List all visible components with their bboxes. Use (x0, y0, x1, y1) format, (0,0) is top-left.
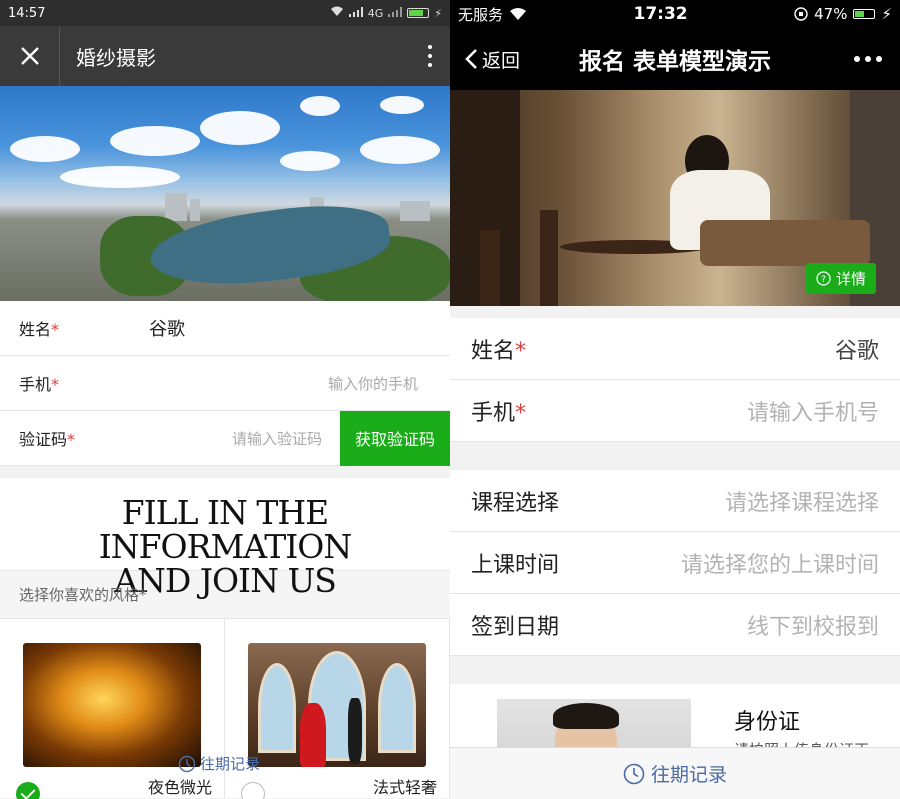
question-icon: ? (816, 271, 831, 286)
night-light-photo (23, 643, 201, 767)
course-select[interactable]: 请选择课程选择 (725, 485, 879, 517)
city-banner-image (0, 86, 450, 301)
chevron-left-icon (465, 49, 477, 69)
checked-icon[interactable] (16, 782, 40, 799)
status-bar: 无服务 17:32 47% ⚡ (450, 0, 900, 28)
history-link[interactable]: 往期记录 (178, 753, 260, 774)
charging-icon: ⚡ (434, 6, 442, 20)
phone-label: 手机* (19, 375, 60, 394)
phone-input[interactable]: 请输入手机号 (747, 395, 879, 427)
get-code-button[interactable]: 获取验证码 (340, 410, 450, 466)
phone-input[interactable]: 输入你的手机 (149, 373, 450, 394)
class-time-select[interactable]: 请选择您的上课时间 (681, 547, 879, 579)
history-footer-button[interactable]: 往期记录 (450, 747, 900, 799)
french-luxury-photo (248, 643, 426, 767)
checkin-date-row[interactable]: 签到日期 线下到校报到 (450, 594, 900, 656)
status-right: 47% ⚡ (794, 5, 892, 23)
close-button[interactable] (0, 26, 60, 86)
more-menu-button[interactable] (410, 45, 450, 67)
nav-bar: 返回 报名 表单模型演示 (450, 28, 900, 90)
form-group-basic: 姓名* 谷歌 手机* 请输入手机号 (450, 318, 900, 442)
code-row: 验证码* 请输入验证码 获取验证码 (0, 410, 450, 466)
cafe-banner-image: ? 详情 (450, 90, 900, 306)
join-us-banner: FILL IN THE INFORMATION AND JOIN US (0, 478, 450, 598)
network-type: 4G (367, 6, 384, 20)
svg-text:?: ? (821, 275, 826, 285)
name-row[interactable]: 姓名* 谷歌 (450, 318, 900, 380)
battery-icon (407, 8, 430, 18)
status-bar: 14:57 4G ⚡ (0, 0, 450, 26)
course-label: 课程选择 (471, 490, 560, 516)
name-label: 姓名* (471, 338, 527, 364)
banner-line-1: FILL IN THE INFORMATION (98, 493, 353, 566)
registration-form: 姓名* 谷歌 手机* 输入你的手机 验证码* 请输入验证码 获取验证码 (0, 301, 450, 466)
wifi-icon (510, 7, 527, 20)
class-time-label: 上课时间 (471, 552, 560, 578)
right-phone-screen: 无服务 17:32 47% ⚡ 返回 报名 表单模型演示 ? 详情 姓名* 谷歌… (450, 0, 900, 799)
status-time: 17:32 (633, 4, 688, 24)
id-card-title: 身份证 (734, 710, 801, 735)
more-menu-button[interactable] (854, 56, 882, 62)
code-label: 验证码* (19, 430, 76, 449)
checkin-date-label: 签到日期 (471, 614, 560, 640)
status-icons: 4G ⚡ (330, 6, 442, 20)
name-label: 姓名* (19, 320, 60, 339)
style-card-label: 法式轻奢 (372, 778, 437, 797)
form-group-course: 课程选择 请选择课程选择 上课时间 请选择您的上课时间 签到日期 线下到校报到 (450, 470, 900, 656)
name-row[interactable]: 姓名* 谷歌 (0, 301, 450, 356)
clock-icon (178, 755, 196, 772)
status-carrier: 无服务 (458, 4, 527, 25)
nav-bar: 婚纱摄影 (0, 26, 450, 86)
phone-row[interactable]: 手机* 请输入手机号 (450, 380, 900, 442)
name-input[interactable]: 谷歌 (835, 333, 879, 365)
phone-label: 手机* (471, 400, 527, 426)
name-input[interactable]: 谷歌 (149, 315, 450, 341)
signal-icon (348, 6, 363, 20)
signal-icon-2 (388, 6, 403, 20)
clock-icon (623, 763, 645, 784)
course-select-row[interactable]: 课程选择 请选择课程选择 (450, 470, 900, 532)
detail-button[interactable]: ? 详情 (805, 263, 876, 294)
id-card-upload[interactable]: 身份证 请拍照上传身份证正 (450, 684, 900, 748)
battery-icon (853, 9, 876, 19)
back-button[interactable]: 返回 (450, 46, 520, 73)
orientation-lock-icon (794, 7, 808, 21)
style-card-label: 夜色微光 (147, 778, 212, 797)
id-photo-thumbnail (497, 699, 691, 748)
wifi-icon (330, 6, 344, 20)
phone-row[interactable]: 手机* 输入你的手机 (0, 356, 450, 411)
charging-icon: ⚡ (881, 5, 892, 23)
left-phone-screen: 14:57 4G ⚡ 婚纱摄影 姓名* 谷歌 手机* 输入你的手机 验证码* 请… (0, 0, 450, 799)
close-icon (20, 47, 39, 65)
status-time: 14:57 (8, 5, 46, 21)
class-time-row[interactable]: 上课时间 请选择您的上课时间 (450, 532, 900, 594)
page-title: 婚纱摄影 (76, 45, 156, 70)
checkin-date-select[interactable]: 线下到校报到 (747, 609, 879, 641)
code-input[interactable]: 请输入验证码 (149, 428, 340, 449)
unchecked-icon[interactable] (241, 782, 265, 799)
